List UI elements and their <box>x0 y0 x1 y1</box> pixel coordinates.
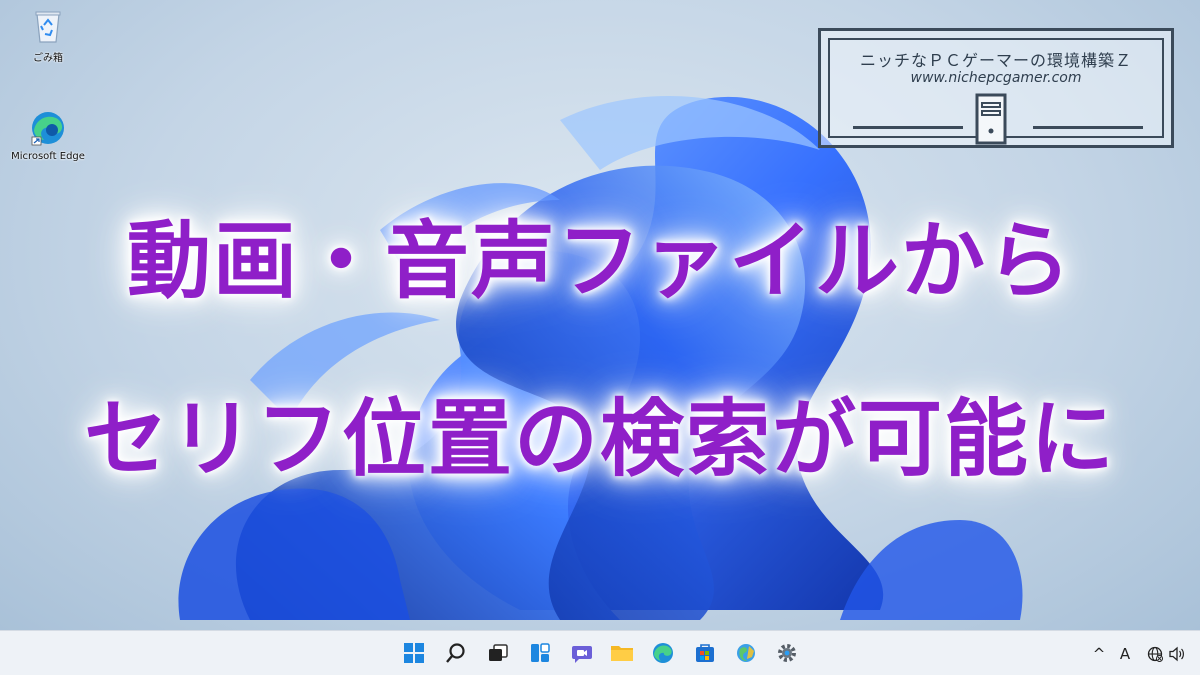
logo-url: www.nichepcgamer.com <box>910 70 1082 86</box>
recycle-bin-icon <box>28 6 68 46</box>
settings-icon <box>778 644 796 662</box>
settings-button[interactable] <box>770 636 804 670</box>
search-button[interactable] <box>439 636 473 670</box>
desktop-icon-label: ごみ箱 <box>33 53 63 64</box>
chat-icon <box>572 646 592 663</box>
headline-line-2: セリフ位置の検索が可能に <box>83 390 1116 488</box>
chevron-up-icon: ^ <box>1092 644 1106 663</box>
edge-icon <box>653 643 673 663</box>
speaker-icon <box>1169 646 1184 661</box>
ime-mode-label: A <box>1119 644 1131 663</box>
logo-divider-right <box>1033 126 1143 129</box>
widgets-button[interactable] <box>523 636 557 670</box>
taskbar: ^ A <box>0 630 1200 675</box>
network-button[interactable] <box>1144 631 1166 675</box>
search-icon <box>446 643 465 663</box>
desktop-icon-recycle-bin[interactable]: ごみ箱 <box>8 6 88 64</box>
app-button[interactable] <box>729 636 763 670</box>
globe-icon <box>1147 646 1163 662</box>
ime-indicator[interactable]: A <box>1114 631 1136 675</box>
store-button[interactable] <box>688 636 722 670</box>
taskbar-edge-button[interactable] <box>646 636 680 670</box>
file-explorer-icon <box>611 646 633 661</box>
site-logo-watermark: ニッチなＰＣゲーマーの環境構築Ｚ www.nichepcgamer.com <box>818 28 1174 148</box>
app-icon <box>737 644 755 662</box>
pc-tower-icon <box>973 93 1009 145</box>
desktop-icon-edge[interactable]: Microsoft Edge <box>8 108 88 162</box>
headline-line-1: 動画・音声ファイルから <box>126 212 1073 310</box>
file-explorer-button[interactable] <box>605 636 639 670</box>
edge-icon <box>28 108 68 148</box>
task-view-button[interactable] <box>481 636 515 670</box>
start-icon <box>404 643 424 663</box>
show-hidden-icons-button[interactable]: ^ <box>1088 631 1110 675</box>
store-icon <box>696 644 714 662</box>
chat-button[interactable] <box>565 636 599 670</box>
start-button[interactable] <box>397 636 431 670</box>
volume-button[interactable] <box>1166 631 1188 675</box>
task-view-icon <box>489 644 508 661</box>
logo-title: ニッチなＰＣゲーマーの環境構築Ｚ <box>859 51 1132 70</box>
widgets-icon <box>531 643 550 662</box>
desktop-icon-label: Microsoft Edge <box>11 151 85 162</box>
logo-divider-left <box>853 126 963 129</box>
